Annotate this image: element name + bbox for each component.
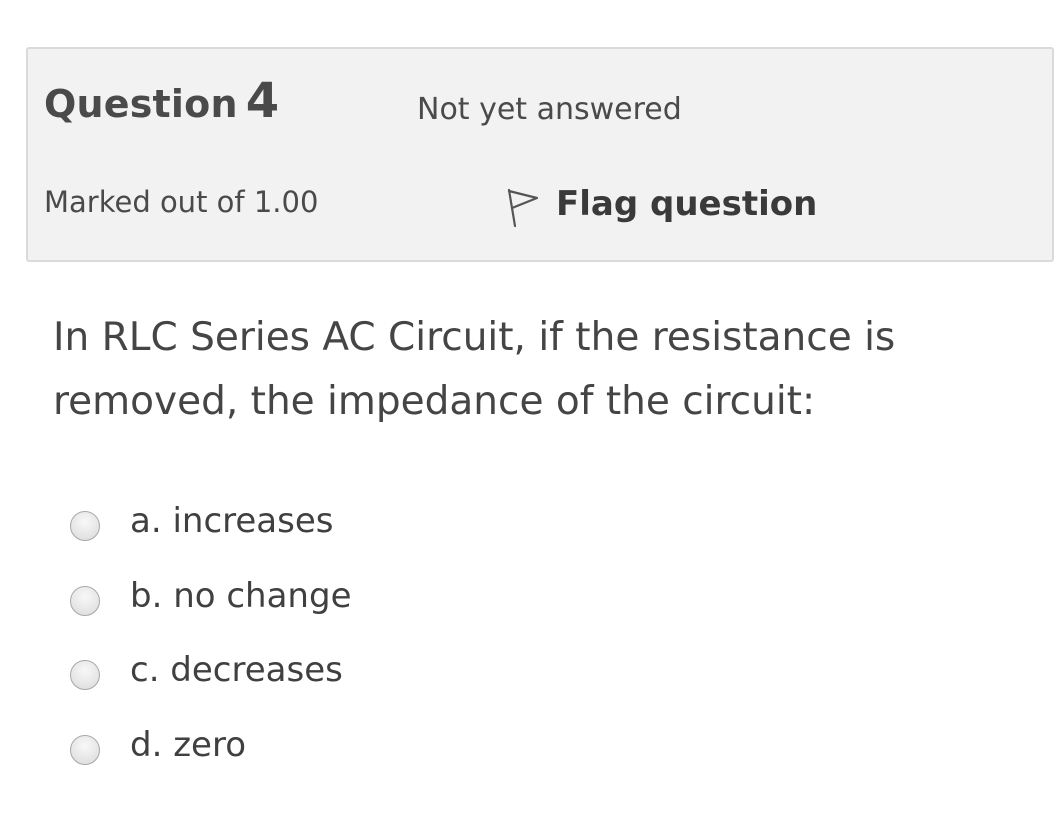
flag-question-button[interactable]: Flag question [506, 180, 817, 228]
question-number-heading: Question 4 [44, 77, 279, 125]
radio-button[interactable] [70, 511, 100, 541]
answer-options: a. increases b. no change c. decreases d… [70, 498, 351, 796]
answer-label[interactable]: d. zero [130, 728, 246, 762]
question-grade: Marked out of 1.00 [44, 185, 319, 219]
answer-label[interactable]: a. increases [130, 504, 333, 538]
flag-outline-icon [506, 188, 540, 228]
answer-option-b[interactable]: b. no change [70, 573, 351, 648]
answer-option-c[interactable]: c. decreases [70, 647, 351, 722]
question-heading-word: Question [44, 82, 238, 126]
answer-label[interactable]: b. no change [130, 579, 351, 613]
question-number: 4 [245, 73, 280, 129]
question-state: Not yet answered [417, 92, 682, 127]
answer-label[interactable]: c. decreases [130, 653, 343, 687]
radio-button[interactable] [70, 660, 100, 690]
question-info-panel: Question 4 Not yet answered Marked out of… [26, 47, 1054, 262]
question-text: In RLC Series AC Circuit, if the resista… [53, 315, 896, 424]
radio-button[interactable] [70, 585, 100, 616]
flag-question-label: Flag question [556, 184, 818, 224]
radio-button[interactable] [70, 734, 100, 765]
answer-option-d[interactable]: d. zero [70, 722, 351, 797]
answer-option-a[interactable]: a. increases [70, 498, 351, 573]
